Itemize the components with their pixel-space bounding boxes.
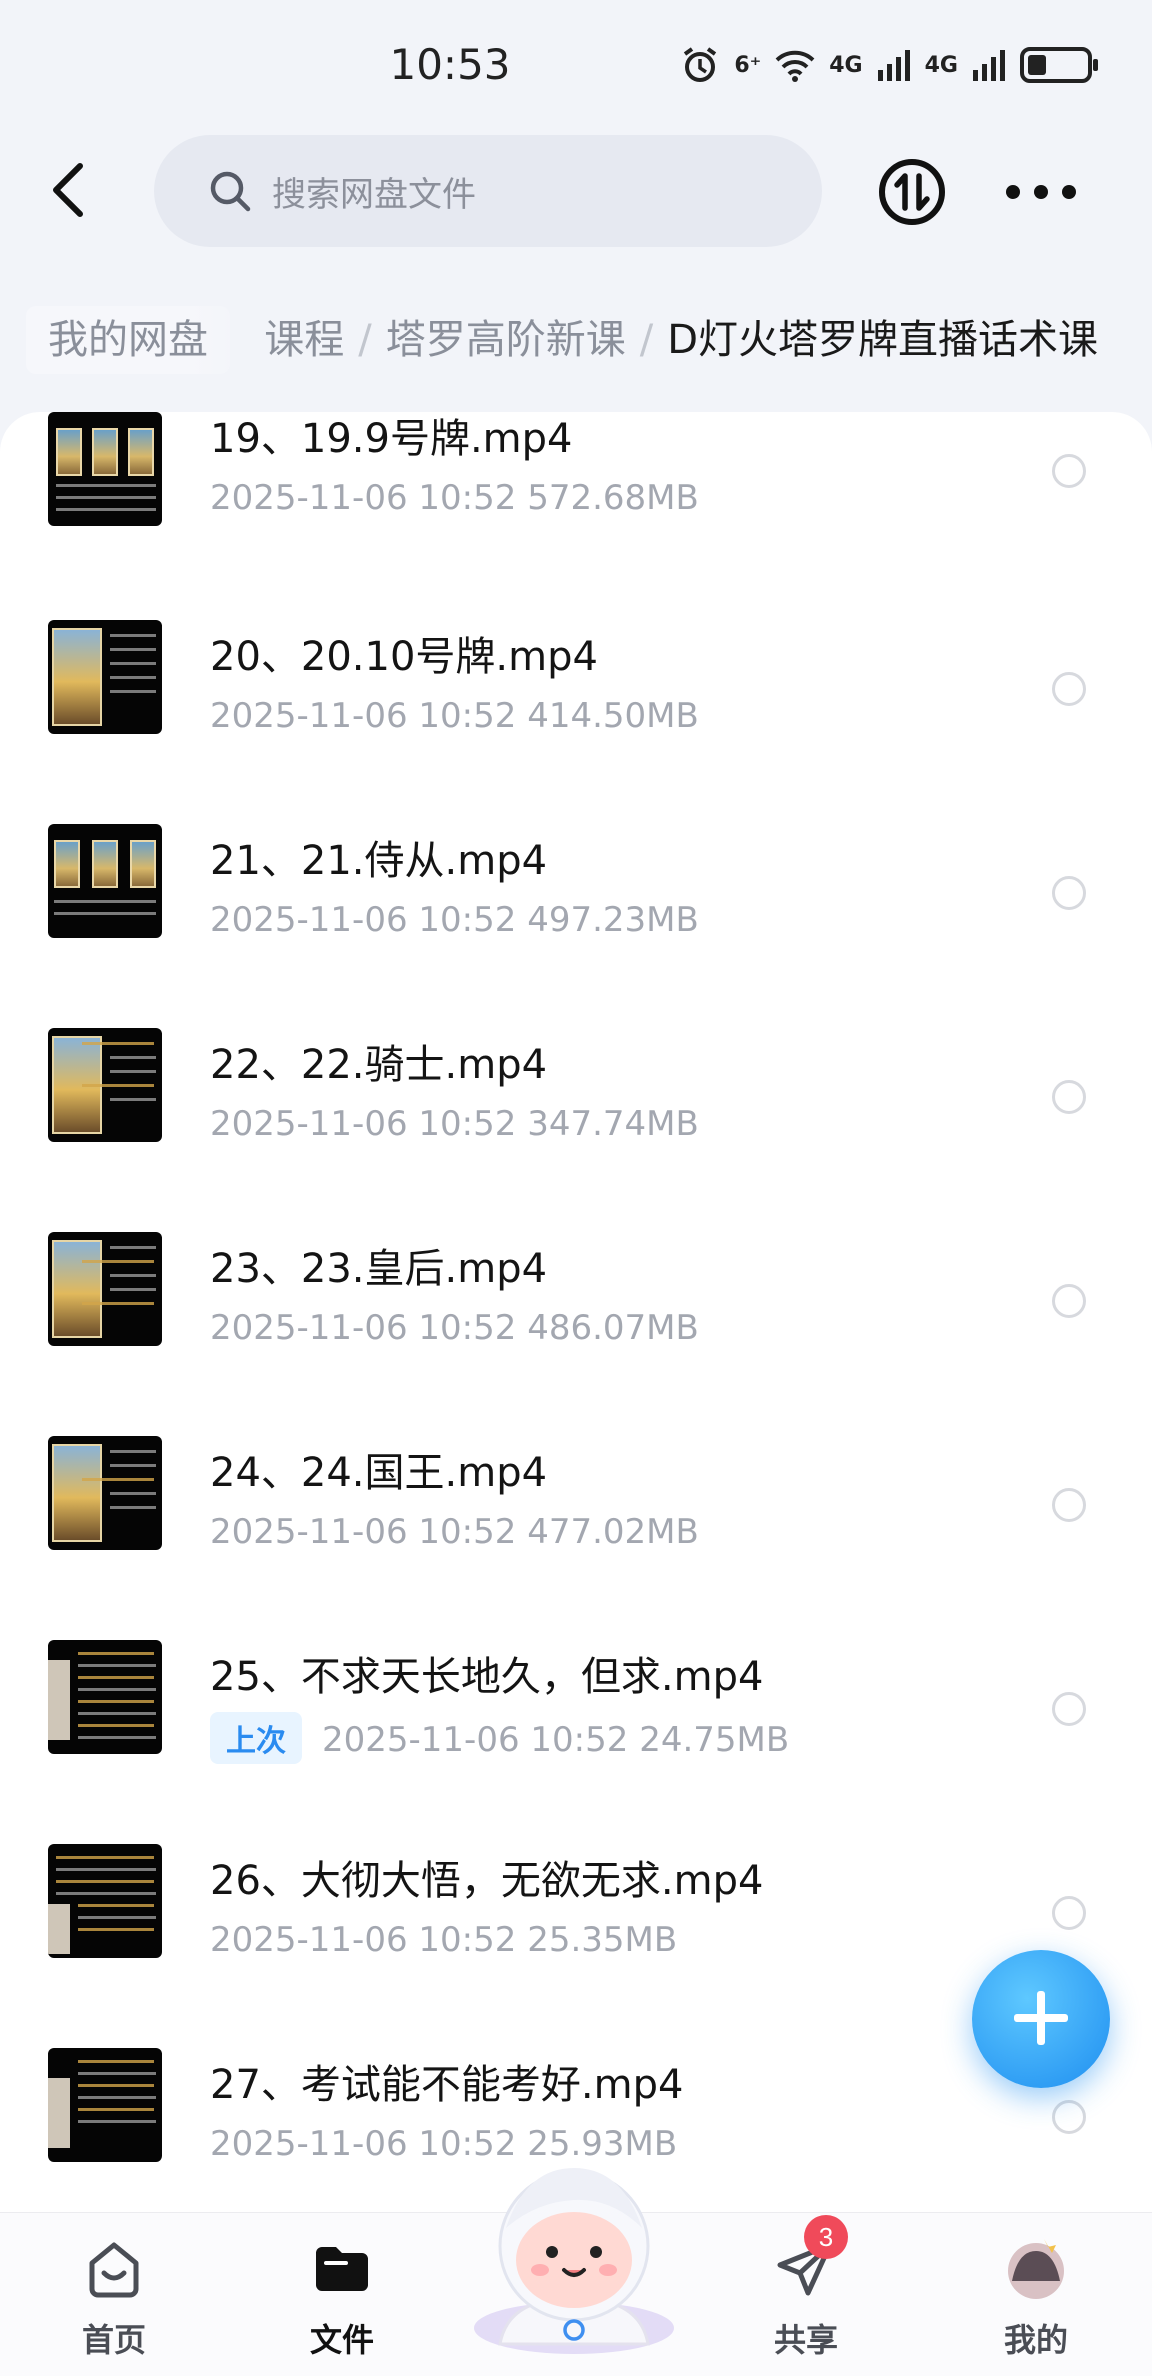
file-name: 27、考试能不能考好.mp4	[210, 2062, 684, 2108]
file-row[interactable]: 22、22.骑士.mp4 2025-11-06 10:52 347.74MB	[0, 1012, 1152, 1216]
breadcrumb-trail: 课程 / 塔罗高阶新课 / D灯火塔罗牌直播话术课	[264, 317, 1098, 363]
breadcrumb-item-current: D灯火塔罗牌直播话术课	[667, 317, 1098, 363]
video-thumbnail	[48, 412, 162, 526]
select-checkbox[interactable]	[1052, 1896, 1086, 1930]
network-type-1: 6⁺	[734, 52, 762, 78]
network-type-3: 4G	[924, 52, 958, 78]
file-row[interactable]: 23、23.皇后.mp4 2025-11-06 10:52 486.07MB	[0, 1216, 1152, 1420]
status-bar: 10:53 6⁺ 4G 4G	[0, 0, 1152, 130]
wifi-icon	[775, 50, 815, 82]
file-name: 21、21.侍从.mp4	[210, 838, 548, 884]
select-checkbox[interactable]	[1052, 1488, 1086, 1522]
file-name: 24、24.国王.mp4	[210, 1450, 548, 1496]
breadcrumb-item-root[interactable]: 我的网盘	[26, 306, 230, 374]
video-thumbnail	[48, 1028, 162, 1142]
file-list: 19、19.9号牌.mp4 2025-11-06 10:52 572.68MB …	[0, 412, 1152, 2212]
file-meta: 2025-11-06 10:52 486.07MB	[210, 1308, 699, 1348]
file-row[interactable]: 21、21.侍从.mp4 2025-11-06 10:52 497.23MB	[0, 808, 1152, 1012]
video-thumbnail	[48, 1640, 162, 1754]
search-placeholder: 搜索网盘文件	[272, 174, 476, 215]
nav-label-share: 共享	[773, 2321, 838, 2359]
avatar	[1008, 2239, 1064, 2299]
nav-item-files[interactable]: 文件	[262, 2213, 422, 2376]
network-type-2: 4G	[829, 52, 863, 78]
file-meta: 2025-11-06 10:52 497.23MB	[210, 900, 699, 940]
select-checkbox[interactable]	[1052, 454, 1086, 488]
file-name: 20、20.10号牌.mp4	[210, 634, 598, 680]
file-meta: 2025-11-06 10:52 414.50MB	[210, 696, 699, 736]
nav-item-share[interactable]: 3 共享	[726, 2213, 886, 2376]
file-meta: 2025-11-06 10:52 477.02MB	[210, 1512, 699, 1552]
nav-label-home: 首页	[81, 2321, 146, 2359]
more-options-button[interactable]	[1006, 175, 1076, 209]
file-row[interactable]: 25、不求天长地久，但求.mp4 上次 2025-11-06 10:52 24.7…	[0, 1624, 1152, 1828]
video-thumbnail	[48, 620, 162, 734]
video-thumbnail	[48, 2048, 162, 2162]
notification-badge: 3	[804, 2215, 848, 2259]
file-meta: 上次 2025-11-06 10:52 24.75MB	[210, 1712, 789, 1764]
signal-icon	[973, 50, 1005, 81]
search-input[interactable]: 搜索网盘文件	[154, 135, 822, 247]
last-viewed-badge: 上次	[210, 1712, 302, 1764]
file-row[interactable]: 19、19.9号牌.mp4 2025-11-06 10:52 572.68MB	[0, 412, 1152, 604]
nav-item-home[interactable]: 首页	[34, 2213, 194, 2376]
select-checkbox[interactable]	[1052, 876, 1086, 910]
select-checkbox[interactable]	[1052, 2100, 1086, 2134]
file-name: 19、19.9号牌.mp4	[210, 416, 573, 462]
file-meta: 2025-11-06 10:52 572.68MB	[210, 478, 699, 518]
nav-label-me: 我的	[1003, 2321, 1068, 2359]
status-icons: 6⁺ 4G 4G	[680, 45, 1098, 85]
file-name: 22、22.骑士.mp4	[210, 1042, 548, 1088]
video-thumbnail	[48, 1436, 162, 1550]
file-name: 23、23.皇后.mp4	[210, 1246, 548, 1292]
file-meta: 2025-11-06 10:52 347.74MB	[210, 1104, 699, 1144]
video-thumbnail	[48, 1844, 162, 1958]
select-checkbox[interactable]	[1052, 1284, 1086, 1318]
video-thumbnail	[48, 1232, 162, 1346]
nav-label-files: 文件	[309, 2321, 374, 2359]
folder-icon	[316, 2247, 368, 2291]
file-row[interactable]: 24、24.国王.mp4 2025-11-06 10:52 477.02MB	[0, 1420, 1152, 1624]
file-name: 25、不求天长地久，但求.mp4	[210, 1654, 764, 1700]
transfer-list-icon[interactable]	[878, 158, 946, 226]
nav-item-me[interactable]: 我的	[956, 2213, 1116, 2376]
assistant-mascot-icon[interactable]	[466, 2148, 682, 2358]
select-checkbox[interactable]	[1052, 672, 1086, 706]
video-thumbnail	[48, 824, 162, 938]
breadcrumb: 课程 / 塔罗高阶新课 / D灯火塔罗牌直播话术课 我的网盘	[0, 300, 1152, 380]
breadcrumb-item-partial[interactable]: 课程	[264, 317, 344, 363]
search-icon	[210, 171, 251, 212]
file-row[interactable]: 20、20.10号牌.mp4 2025-11-06 10:52 414.50MB	[0, 604, 1152, 808]
select-checkbox[interactable]	[1052, 1080, 1086, 1114]
file-meta: 2025-11-06 10:52 25.35MB	[210, 1920, 678, 1960]
breadcrumb-item-level2[interactable]: 塔罗高阶新课	[386, 317, 626, 363]
home-icon	[89, 2242, 139, 2298]
battery-icon	[1020, 47, 1098, 83]
add-button[interactable]	[972, 1950, 1110, 2088]
signal-icon	[877, 50, 910, 81]
file-name: 26、大彻大悟，无欲无求.mp4	[210, 1858, 764, 1904]
back-arrow-icon[interactable]	[40, 160, 100, 220]
select-checkbox[interactable]	[1052, 1692, 1086, 1726]
alarm-icon	[684, 47, 717, 82]
